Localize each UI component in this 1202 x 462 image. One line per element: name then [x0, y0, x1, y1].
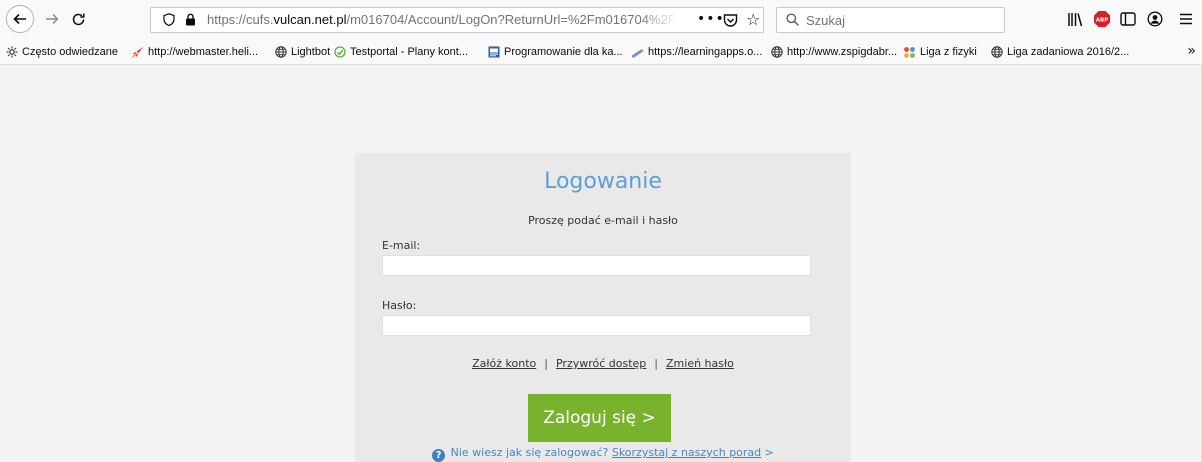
bookmark-star-icon[interactable]: ☆ [746, 10, 760, 29]
bookmark-item[interactable]: https://learningapps.o... [631, 44, 762, 60]
change-password-link[interactable]: Zmień hasło [666, 357, 734, 370]
globe-icon [274, 46, 287, 59]
login-subtitle: Proszę podać e-mail i hasło [528, 214, 678, 227]
browser-toolbar: https://cufs.vulcan.net.pl/m016704/Accou… [0, 0, 1202, 39]
help-text: Nie wiesz jak się zalogować? [450, 446, 609, 459]
reload-button[interactable] [66, 7, 90, 31]
bookmark-item[interactable]: http://www.zspigdabr... [770, 44, 897, 60]
link-separator: | [544, 357, 548, 370]
bookmark-item[interactable]: Często odwiedzane [5, 44, 118, 60]
reader-view-icon[interactable] [1118, 9, 1138, 29]
search-icon [786, 13, 799, 26]
page-content: Logowanie Proszę podać e-mail i hasło E-… [0, 65, 1202, 462]
back-arrow-icon [13, 13, 26, 25]
help-row: ? Nie wiesz jak się zalogować? Skorzysta… [355, 446, 851, 462]
joomla-icon [903, 46, 916, 59]
svg-text:ABP: ABP [1096, 18, 1108, 24]
help-link[interactable]: Skorzystaj z naszych porad [612, 446, 761, 459]
bookmarks-toolbar: Często odwiedzane http://webmaster.heli.… [0, 39, 1202, 65]
gear-icon [5, 46, 18, 59]
globe-icon [770, 46, 783, 59]
bookmark-item[interactable]: http://webmaster.heli... [131, 44, 258, 60]
help-question-icon: ? [432, 449, 446, 462]
bookmark-item[interactable]: Liga zadaniowa 2016/2... [990, 44, 1129, 60]
code-icon [487, 46, 500, 59]
link-separator: | [654, 357, 659, 370]
password-label: Hasło: [382, 299, 417, 312]
globe-icon [990, 46, 1003, 59]
tracking-shield-icon[interactable] [163, 13, 175, 26]
email-field[interactable] [382, 255, 811, 276]
bookmarks-overflow-chevron-icon[interactable]: » [1187, 43, 1196, 59]
reload-icon [72, 13, 85, 25]
back-button[interactable] [6, 5, 34, 33]
search-bar[interactable]: Szukaj [776, 7, 1005, 33]
pencil-icon [631, 46, 644, 59]
create-account-link[interactable]: Załóż konto [472, 357, 536, 370]
library-icon[interactable] [1065, 9, 1085, 29]
lock-icon[interactable] [185, 13, 196, 26]
rocket-icon [131, 46, 144, 59]
url-bar[interactable]: https://cufs.vulcan.net.pl/m016704/Accou… [150, 7, 764, 33]
check-icon [333, 46, 346, 59]
bookmark-item[interactable]: Testportal - Plany kont... [333, 44, 468, 60]
bookmark-item[interactable]: Programowanie dla ka... [487, 44, 623, 60]
pocket-icon[interactable] [723, 13, 738, 28]
search-placeholder[interactable]: Szukaj [806, 13, 845, 28]
password-field[interactable] [382, 315, 811, 336]
help-arrow: > [764, 446, 774, 459]
login-panel: Logowanie Proszę podać e-mail i hasło E-… [355, 153, 851, 462]
restore-access-link[interactable]: Przywróć dostęp [556, 357, 646, 370]
account-links: Załóż konto | Przywróć dostęp | Zmień hasło [355, 357, 851, 370]
page-actions-button[interactable]: ••• [697, 11, 725, 27]
login-title: Logowanie [544, 169, 662, 194]
bookmark-item[interactable]: Liga z fizyki [903, 44, 977, 60]
login-button[interactable]: Zaloguj się > [528, 394, 671, 442]
adblock-plus-icon[interactable]: ABP [1092, 9, 1112, 29]
forward-button[interactable] [40, 7, 64, 31]
email-label: E-mail: [382, 239, 421, 252]
account-icon[interactable] [1145, 9, 1165, 29]
forward-arrow-icon [46, 14, 59, 24]
url-text[interactable]: https://cufs.vulcan.net.pl/m016704/Accou… [207, 12, 677, 28]
hamburger-menu-icon[interactable] [1176, 9, 1196, 29]
bookmark-item[interactable]: Lightbot [274, 44, 330, 60]
